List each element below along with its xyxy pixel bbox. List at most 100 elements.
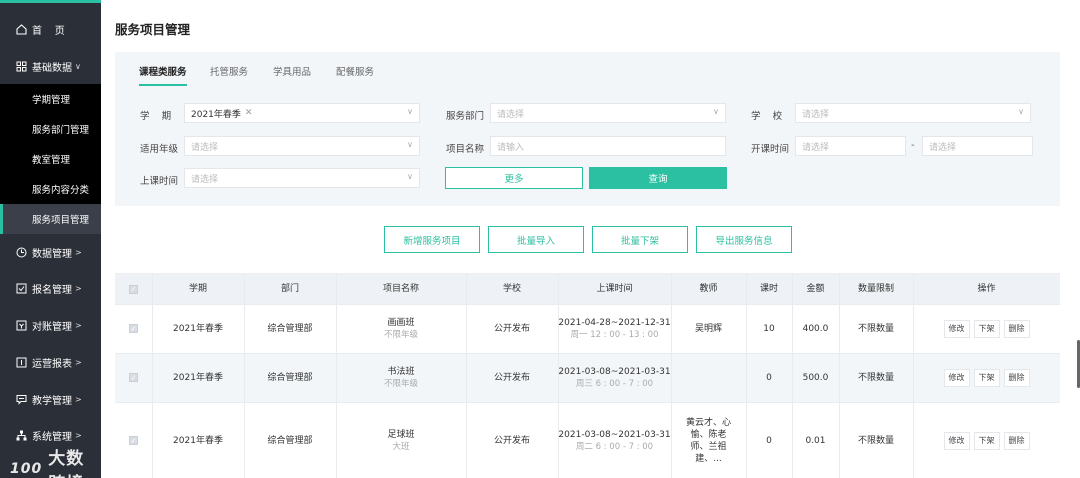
school-label: 学 校 (751, 111, 783, 122)
cell-teacher (671, 353, 746, 402)
chevron-down-icon: ∨ (75, 61, 81, 71)
sidebar-item-label: 基础数据 (32, 62, 72, 74)
class-time-select[interactable]: 请选择 ∨ (184, 168, 420, 188)
start-date-to[interactable]: 请选择 (922, 136, 1033, 156)
chevron-right-icon: > (75, 357, 82, 367)
delist-button[interactable]: 下架 (973, 431, 1000, 450)
dept-select[interactable]: 请选择 ∨ (490, 103, 726, 123)
checkbox-icon[interactable]: ✓ (129, 324, 138, 333)
watermark-text: 大数跨境 (48, 449, 85, 478)
tab-supplies[interactable]: 学具用品 (273, 64, 311, 78)
col-header-amount: 金额 (806, 284, 825, 294)
cell-name: 画画班 不限年级 (336, 304, 466, 353)
batch-delist-button[interactable]: 批量下架 (592, 226, 688, 253)
sidebar-item-basic-data[interactable]: 基础数据 ∨ (0, 51, 101, 81)
sidebar-item-classroom[interactable]: 教室管理 (0, 144, 101, 174)
select-all-checkbox[interactable]: ✓ (115, 274, 152, 304)
cell-amount: 500.0 (802, 372, 829, 383)
chevron-down-icon: ∨ (1018, 107, 1024, 116)
name-input[interactable]: 请输入 (490, 136, 726, 156)
term-select[interactable]: 2021年春季 ✕ ∨ (184, 103, 420, 123)
name-placeholder: 请输入 (497, 142, 525, 153)
filter-panel: 课程类服务 托管服务 学具用品 配餐服务 学 期 2021年春季 ✕ ∨ 服务部… (115, 52, 1060, 206)
col-header-limit: 数量限制 (857, 284, 894, 294)
export-button[interactable]: 导出服务信息 (696, 226, 792, 253)
report-icon (16, 357, 27, 368)
teacher-line: 师、兰祖 (690, 441, 727, 452)
start-to-placeholder: 请选择 (929, 142, 957, 153)
class-time-placeholder: 请选择 (191, 174, 219, 185)
checkbox-icon[interactable]: ✓ (129, 284, 138, 294)
cell-limit: 不限数量 (857, 323, 894, 334)
sidebar-item-label: 教学管理 (32, 395, 72, 407)
cell-ops: 修改 下架 删除 (913, 304, 1060, 353)
checkbox-icon[interactable]: ✓ (129, 373, 138, 382)
cell-teacher: 吴明辉 (694, 323, 722, 334)
row-checkbox[interactable]: ✓ (115, 402, 152, 478)
date-range: 2021-03-08~2021-03-31 (558, 429, 671, 440)
clear-icon[interactable]: ✕ (245, 108, 253, 118)
project-name: 画画班 (387, 317, 415, 328)
sidebar-accent-bar (0, 0, 101, 3)
tab-care-service[interactable]: 托管服务 (210, 64, 248, 78)
tab-course-service[interactable]: 课程类服务 (139, 64, 187, 78)
checkbox-icon[interactable]: ✓ (129, 436, 138, 445)
cell-school: 公开发布 (493, 435, 530, 446)
grade-placeholder: 请选择 (191, 142, 219, 153)
delist-button[interactable]: 下架 (973, 368, 1000, 387)
more-button[interactable]: 更多 (445, 167, 583, 189)
sidebar-item-home[interactable]: 首 页 (0, 14, 101, 44)
add-service-button[interactable]: 新增服务项目 (384, 226, 480, 253)
sidebar-item-label: 报名管理 (32, 284, 72, 296)
delete-button[interactable]: 删除 (1003, 319, 1030, 338)
query-button[interactable]: 查询 (589, 167, 727, 189)
sidebar-item-reports[interactable]: 运营报表 > (0, 347, 101, 377)
sidebar-item-dept[interactable]: 服务部门管理 (0, 114, 101, 144)
sidebar-item-service-project[interactable]: 服务项目管理 (0, 204, 101, 234)
edit-button[interactable]: 修改 (943, 368, 970, 387)
batch-import-button[interactable]: 批量导入 (488, 226, 584, 253)
term-value: 2021年春季 (191, 109, 241, 120)
row-checkbox[interactable]: ✓ (115, 353, 152, 402)
cell-term: 2021年春季 (173, 435, 223, 446)
chevron-down-icon: ∨ (713, 107, 719, 116)
grade-label: 适用年级 (140, 144, 179, 155)
sidebar-item-signup[interactable]: 报名管理 > (0, 273, 101, 303)
sidebar-item-teaching[interactable]: 教学管理 > (0, 384, 101, 414)
start-date-from[interactable]: 请选择 (795, 136, 906, 156)
chevron-down-icon: ∨ (407, 172, 413, 181)
delist-button[interactable]: 下架 (973, 319, 1000, 338)
sidebar-item-term[interactable]: 学期管理 (0, 84, 101, 114)
chevron-down-icon: ∨ (407, 107, 413, 116)
teacher-line: 黄云才、心 (685, 417, 731, 428)
row-checkbox[interactable]: ✓ (115, 304, 152, 353)
sidebar-item-reconcile[interactable]: 对账管理 > (0, 310, 101, 340)
col-header-teacher: 教师 (699, 284, 718, 294)
chevron-right-icon: > (75, 430, 82, 440)
cell-amount: 0.01 (805, 435, 826, 446)
sidebar-item-content-category[interactable]: 服务内容分类 (0, 174, 101, 204)
sidebar-item-data[interactable]: 数据管理 > (0, 237, 101, 267)
grid-icon (16, 61, 27, 72)
tab-meal-service[interactable]: 配餐服务 (336, 64, 374, 78)
col-header-school: 学校 (502, 284, 521, 294)
edit-button[interactable]: 修改 (943, 319, 970, 338)
chevron-right-icon: > (75, 283, 82, 293)
cell-time: 2021-04-28~2021-12-31 周一 12 : 00 - 13 : … (558, 304, 671, 353)
col-header-ops: 操作 (977, 284, 996, 294)
edit-button[interactable]: 修改 (943, 431, 970, 450)
cell-hours: 10 (763, 323, 775, 334)
cell-time: 2021-03-08~2021-03-31 周二 6 : 00 - 7 : 00 (558, 402, 671, 478)
cell-limit: 不限数量 (857, 435, 894, 446)
cell-dept: 综合管理部 (267, 372, 313, 383)
delete-button[interactable]: 删除 (1003, 431, 1030, 450)
home-icon (16, 23, 27, 35)
grade-select[interactable]: 请选择 ∨ (184, 136, 420, 156)
sidebar-item-label: 数据管理 (32, 248, 72, 260)
cell-hours: 0 (766, 372, 772, 383)
chat-icon (16, 394, 27, 405)
sidebar-item-label: 对账管理 (32, 321, 72, 333)
dept-placeholder: 请选择 (497, 109, 525, 120)
school-select[interactable]: 请选择 ∨ (795, 103, 1031, 123)
delete-button[interactable]: 删除 (1003, 368, 1030, 387)
